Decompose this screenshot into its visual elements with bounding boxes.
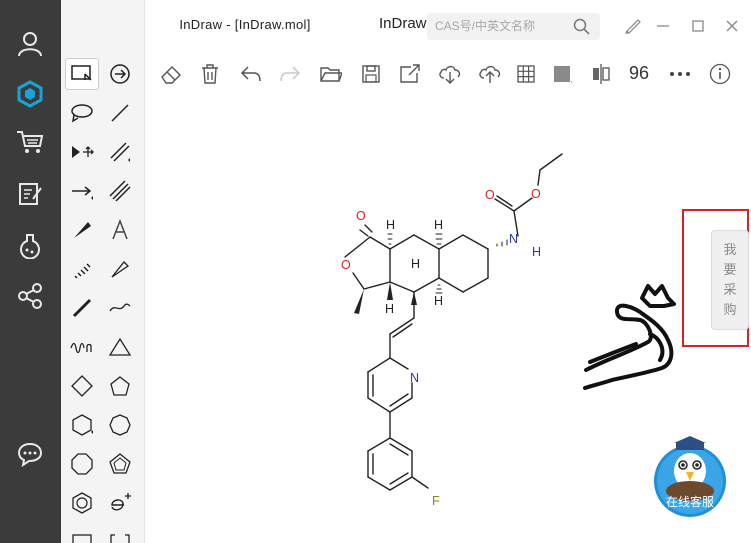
purchase-side-tab[interactable]: 我 要 采 购 bbox=[711, 230, 749, 330]
atom-label: H bbox=[411, 257, 420, 271]
atom-label: H bbox=[532, 245, 541, 259]
purchase-tab-char: 采 bbox=[723, 282, 737, 297]
atom-label: H bbox=[386, 218, 395, 232]
online-service-label: 在线客服 bbox=[665, 495, 714, 509]
atom-label: N bbox=[509, 232, 518, 246]
atom-label: H bbox=[385, 302, 394, 316]
online-service-button[interactable]: 在线客服 bbox=[652, 431, 728, 517]
purchase-tab-char: 要 bbox=[723, 262, 737, 277]
molecule-structure[interactable]: O O H H H H H O O N H N F bbox=[0, 0, 751, 543]
atom-label: O bbox=[531, 187, 541, 201]
purchase-tab-char: 购 bbox=[723, 302, 737, 317]
atom-label: H bbox=[434, 294, 443, 308]
atom-label: N bbox=[410, 371, 419, 385]
atom-label: O bbox=[341, 258, 351, 272]
indraw-window: InDraw - [InDraw.mol] InDraw CAS号/中英文名称 … bbox=[0, 0, 751, 543]
purchase-tab-char: 我 bbox=[723, 242, 737, 257]
atom-label: H bbox=[434, 218, 443, 232]
hand-drawn-pointer-sketch bbox=[583, 284, 676, 390]
atom-label: O bbox=[485, 188, 495, 202]
atom-label: F bbox=[432, 494, 440, 508]
atom-label: O bbox=[356, 209, 366, 223]
